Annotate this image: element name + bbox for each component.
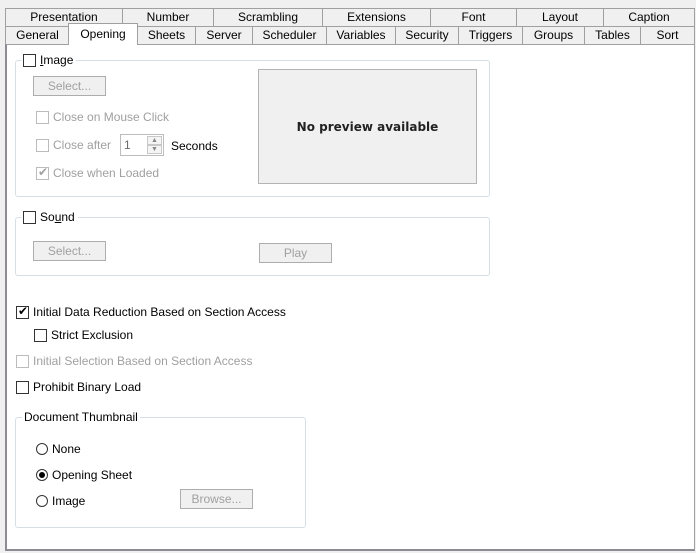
spin-up-icon[interactable]: ▲ [147, 136, 162, 145]
checkmark-icon: ✔ [18, 303, 29, 318]
sound-label-rest: nd [61, 210, 75, 224]
initial-selection-row: Initial Selection Based on Section Acces… [16, 353, 252, 369]
close-after-checkbox[interactable] [36, 138, 49, 152]
close-on-mouse-click-row: Close on Mouse Click [36, 109, 169, 125]
image-preview-box: No preview available [258, 69, 477, 184]
thumbnail-image-radio[interactable] [36, 495, 48, 507]
close-when-loaded-row: ✔ Close when Loaded [36, 165, 159, 181]
image-group-legend: Image [21, 52, 77, 68]
strict-exclusion-checkbox[interactable] [34, 328, 47, 342]
close-after-row: Close after [36, 137, 111, 153]
play-button[interactable]: Play [259, 243, 332, 263]
thumbnail-opening-sheet-row: Opening Sheet [36, 467, 132, 483]
tab-extensions[interactable]: Extensions [322, 8, 431, 26]
close-after-seconds-spinner[interactable]: 1 ▲ ▼ [120, 134, 164, 156]
thumbnail-image-row: Image [36, 493, 85, 509]
tab-opening[interactable]: Opening [68, 23, 138, 45]
tab-sort[interactable]: Sort [640, 26, 695, 44]
close-when-loaded-checkbox[interactable]: ✔ [36, 164, 49, 180]
strict-exclusion-label: Strict Exclusion [51, 328, 134, 342]
sound-checkbox-label: Sound [40, 210, 75, 224]
initial-selection-label: Initial Selection Based on Section Acces… [33, 354, 253, 368]
close-after-label: Close after [53, 138, 112, 152]
sound-select-button[interactable]: Select... [33, 241, 106, 261]
preview-text: No preview available [296, 119, 439, 134]
tab-security[interactable]: Security [395, 26, 459, 44]
initial-data-reduction-row: ✔ Initial Data Reduction Based on Sectio… [16, 304, 286, 320]
tab-server[interactable]: Server [195, 26, 253, 44]
thumbnail-none-row: None [36, 441, 81, 457]
sound-group-legend: Sound [21, 209, 78, 225]
strict-exclusion-row: Strict Exclusion [34, 327, 133, 343]
image-label-rest: mage [43, 53, 74, 67]
image-select-button[interactable]: Select... [33, 76, 106, 96]
close-on-mouse-click-checkbox[interactable] [36, 110, 49, 124]
checkmark-icon: ✔ [38, 164, 49, 179]
close-after-seconds-value: 1 [124, 138, 131, 152]
browse-button[interactable]: Browse... [180, 489, 253, 509]
prohibit-binary-load-checkbox[interactable] [16, 380, 29, 394]
document-thumbnail-title: Document Thumbnail [24, 410, 138, 424]
radio-selected-dot-icon [39, 472, 45, 478]
spin-down-icon[interactable]: ▼ [147, 145, 162, 154]
tab-tables[interactable]: Tables [584, 26, 641, 44]
tab-scheduler[interactable]: Scheduler [252, 26, 327, 44]
initial-data-reduction-label: Initial Data Reduction Based on Section … [33, 305, 286, 319]
close-when-loaded-label: Close when Loaded [53, 166, 160, 180]
sound-label-prefix: So [40, 210, 55, 224]
initial-selection-checkbox[interactable] [16, 354, 29, 368]
tab-caption[interactable]: Caption [603, 8, 695, 26]
tab-groups[interactable]: Groups [522, 26, 585, 44]
tab-font[interactable]: Font [430, 8, 517, 26]
thumbnail-none-label: None [52, 442, 81, 456]
thumbnail-none-radio[interactable] [36, 443, 48, 455]
tab-triggers[interactable]: Triggers [458, 26, 523, 44]
thumbnail-image-label: Image [52, 494, 86, 508]
thumbnail-opening-sheet-radio[interactable] [36, 469, 48, 481]
image-checkbox[interactable] [23, 53, 36, 67]
initial-data-reduction-checkbox[interactable]: ✔ [16, 303, 29, 319]
thumbnail-opening-sheet-label: Opening Sheet [52, 468, 133, 482]
opening-tab-panel: Image Select... Close on Mouse Click Clo… [5, 44, 695, 551]
sound-checkbox[interactable] [23, 210, 36, 224]
tab-layout[interactable]: Layout [516, 8, 604, 26]
tab-sheets[interactable]: Sheets [137, 26, 196, 44]
prohibit-binary-load-row: Prohibit Binary Load [16, 379, 141, 395]
tab-variables[interactable]: Variables [326, 26, 396, 44]
tab-scrambling[interactable]: Scrambling [213, 8, 323, 26]
tab-general[interactable]: General [5, 26, 70, 44]
prohibit-binary-load-label: Prohibit Binary Load [33, 380, 142, 394]
image-checkbox-label: Image [40, 53, 73, 67]
seconds-label: Seconds [171, 139, 218, 153]
document-thumbnail-legend: Document Thumbnail [22, 409, 140, 425]
close-on-mouse-click-label: Close on Mouse Click [53, 110, 170, 124]
